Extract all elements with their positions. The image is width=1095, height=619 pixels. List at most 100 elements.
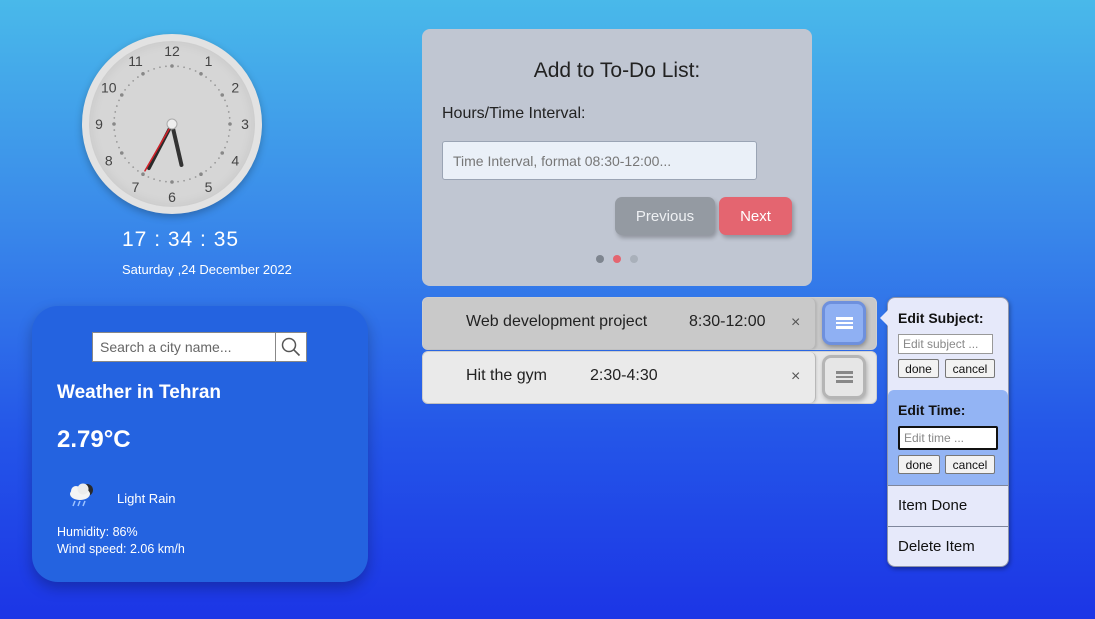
clock-number: 6 xyxy=(168,189,176,205)
minute-tick xyxy=(124,89,126,91)
minute-tick xyxy=(137,76,139,78)
time-interval-input[interactable] xyxy=(442,141,757,180)
clock-number: 1 xyxy=(205,53,213,69)
minute-tick xyxy=(226,141,229,143)
item-menu-button[interactable] xyxy=(822,355,866,399)
hour-tick xyxy=(220,93,225,97)
analog-clock: 12 1 2 3 4 5 6 7 8 9 10 11 xyxy=(82,34,262,214)
clock-number: 8 xyxy=(105,153,113,169)
minute-tick xyxy=(224,99,226,102)
minute-tick xyxy=(177,180,179,183)
todo-item: Hit the gym 2:30-4:30 × xyxy=(422,351,877,404)
hour-tick xyxy=(228,122,232,126)
minute-tick xyxy=(147,176,150,178)
todo-form-card: Add to To-Do List: Hours/Time Interval: … xyxy=(422,29,812,286)
minute-tick xyxy=(227,135,230,137)
clock-center-cap xyxy=(166,118,178,130)
minute-tick xyxy=(209,166,212,169)
step-dot-2 xyxy=(613,255,621,263)
todo-item-body: Hit the gym 2:30-4:30 × xyxy=(423,352,816,403)
minute-tick xyxy=(214,161,217,164)
clock-number: 2 xyxy=(231,80,239,96)
hour-tick xyxy=(220,151,225,155)
item-done-option[interactable]: Item Done xyxy=(898,497,967,514)
next-button[interactable]: Next xyxy=(719,197,792,235)
edit-time-done-button[interactable]: done xyxy=(898,455,940,474)
search-button[interactable] xyxy=(275,332,307,362)
clock-number: 9 xyxy=(95,116,103,132)
minute-tick xyxy=(177,65,179,68)
hour-hand xyxy=(170,122,184,167)
minute-tick xyxy=(124,157,126,159)
clock-number: 5 xyxy=(205,179,213,195)
edit-time-section: Edit Time: done cancel xyxy=(888,390,1008,485)
minute-tick xyxy=(115,105,118,107)
date-label: Saturday ,24 December 2022 xyxy=(122,262,292,277)
minute-tick xyxy=(209,79,212,82)
minute-tick xyxy=(127,84,130,87)
remove-item-button[interactable]: × xyxy=(791,314,800,332)
hour-tick xyxy=(141,71,145,76)
item-menu-button[interactable] xyxy=(822,301,866,345)
todo-subject: Web development project xyxy=(466,313,648,330)
time-interval-label: Hours/Time Interval: xyxy=(442,105,586,122)
clock-number: 10 xyxy=(101,80,117,96)
step-dot-1 xyxy=(596,255,604,263)
minute-tick xyxy=(114,135,117,137)
hour-tick xyxy=(112,122,116,126)
minute-tick xyxy=(114,111,117,113)
wind-speed: Wind speed: 2.06 km/h xyxy=(57,542,185,556)
weather-title: Weather in Tehran xyxy=(57,382,221,403)
minute-tick xyxy=(159,66,161,69)
todo-item-body: Web development project 8:30-12:00 × xyxy=(423,298,816,349)
hour-tick xyxy=(199,172,203,177)
minute-tick xyxy=(224,146,226,149)
edit-subject-title: Edit Subject: xyxy=(898,310,984,326)
edit-subject-done-button[interactable]: done xyxy=(898,359,939,378)
city-search-input[interactable] xyxy=(92,332,275,362)
hour-tick xyxy=(141,172,145,177)
hamburger-icon xyxy=(835,369,853,385)
city-search xyxy=(92,332,307,362)
minute-tick xyxy=(127,161,130,164)
edit-subject-cancel-button[interactable]: cancel xyxy=(945,359,995,378)
todo-subject: Hit the gym xyxy=(466,367,547,384)
minute-tick xyxy=(218,89,220,91)
minute-tick xyxy=(118,99,120,102)
hour-tick xyxy=(199,71,203,76)
minute-tick xyxy=(147,70,150,72)
minute-tick xyxy=(194,70,197,72)
minute-tick xyxy=(218,157,220,159)
minute-tick xyxy=(137,170,139,172)
minute-tick xyxy=(226,105,229,107)
delete-item-option[interactable]: Delete Item xyxy=(898,538,975,555)
minute-tick xyxy=(183,66,185,69)
minute-tick xyxy=(205,170,207,172)
todo-time: 8:30-12:00 xyxy=(689,313,766,330)
minute-tick xyxy=(183,179,185,182)
minute-tick xyxy=(228,129,231,131)
edit-time-input[interactable] xyxy=(898,426,998,450)
edit-time-cancel-button[interactable]: cancel xyxy=(945,455,995,474)
hour-tick xyxy=(170,64,174,68)
search-icon xyxy=(281,337,301,357)
todo-item: Web development project 8:30-12:00 × xyxy=(422,297,877,350)
minute-tick xyxy=(118,146,120,149)
minute-tick xyxy=(159,179,161,182)
clock-number: 11 xyxy=(128,53,143,69)
edit-time-title: Edit Time: xyxy=(898,402,966,418)
item-menu-popover: Edit Subject: done cancel Edit Time: don… xyxy=(880,297,1009,567)
step-indicator xyxy=(596,255,638,263)
minute-tick xyxy=(132,79,135,82)
menu-divider xyxy=(888,485,1008,486)
previous-button[interactable]: Previous xyxy=(615,197,715,235)
minute-tick xyxy=(153,178,155,181)
remove-item-button[interactable]: × xyxy=(791,368,800,386)
hour-tick xyxy=(170,180,174,184)
weather-card: Weather in Tehran 2.79°C Light Rain Humi… xyxy=(32,306,368,582)
minute-tick xyxy=(132,166,135,169)
minute-tick xyxy=(113,129,116,131)
edit-subject-input[interactable] xyxy=(898,334,993,354)
clock-number: 12 xyxy=(164,43,180,59)
minute-tick xyxy=(214,84,217,87)
